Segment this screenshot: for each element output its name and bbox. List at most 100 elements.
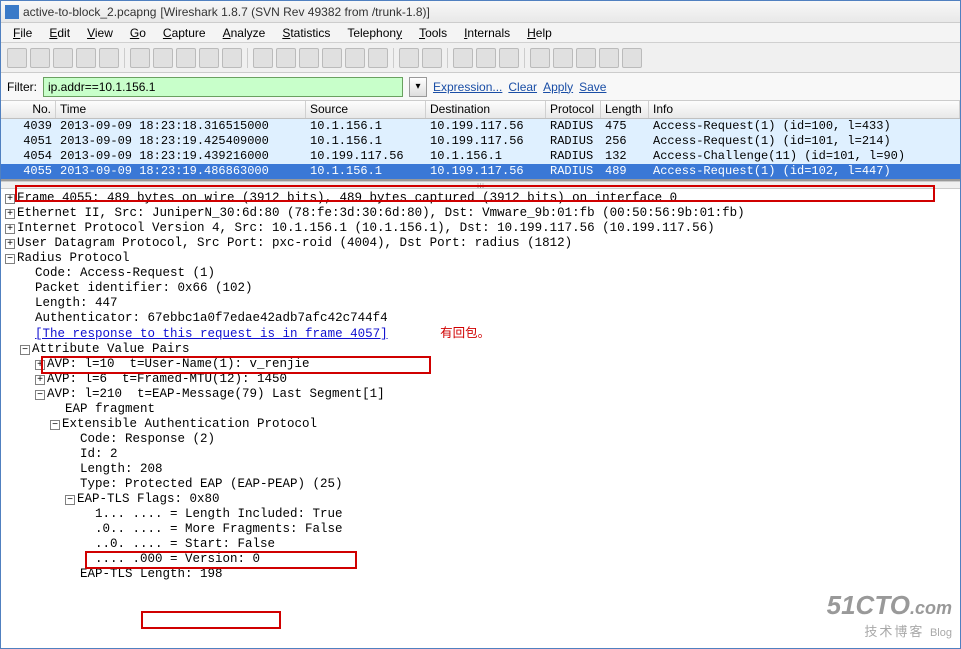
col-no[interactable]: No. [1, 101, 56, 118]
col-length[interactable]: Length [601, 101, 649, 118]
collapse-icon[interactable]: − [35, 390, 45, 400]
tb-prefs-icon[interactable] [576, 48, 596, 68]
tree-eaplen[interactable]: Length: 208 [5, 462, 956, 477]
cell: Access-Request(1) (id=100, l=433) [649, 119, 960, 134]
tree-eth[interactable]: +Ethernet II, Src: JuniperN_30:6d:80 (78… [5, 206, 956, 221]
menu-capture[interactable]: Capture [155, 24, 214, 42]
tb-help-icon[interactable] [622, 48, 642, 68]
col-dest[interactable]: Destination [426, 101, 546, 118]
tree-eapid[interactable]: Id: 2 [5, 447, 956, 462]
expand-icon[interactable]: + [35, 360, 45, 370]
tree-tlslen[interactable]: EAP-TLS Length: 198 [5, 567, 956, 582]
tb-start-icon[interactable] [53, 48, 73, 68]
tree-frame[interactable]: +Frame 4055: 489 bytes on wire (3912 bit… [5, 191, 956, 206]
menu-go[interactable]: Go [122, 24, 154, 42]
menu-view[interactable]: View [79, 24, 121, 42]
tree-code[interactable]: Code: Access-Request (1) [5, 266, 956, 281]
tb-resize-icon[interactable] [530, 48, 550, 68]
tree-length[interactable]: Length: 447 [5, 296, 956, 311]
menu-internals[interactable]: Internals [456, 24, 518, 42]
expression-link[interactable]: Expression... [433, 80, 502, 94]
splitter[interactable]: ⁞⁞⁞ [1, 181, 960, 189]
tb-interfaces-icon[interactable] [7, 48, 27, 68]
tb-last-icon[interactable] [368, 48, 388, 68]
tree-f3[interactable]: ..0. .... = Start: False [5, 537, 956, 552]
tree-ip[interactable]: +Internet Protocol Version 4, Src: 10.1.… [5, 221, 956, 236]
tb-first-icon[interactable] [345, 48, 365, 68]
tb-open-icon[interactable] [130, 48, 150, 68]
tree-radius[interactable]: −Radius Protocol [5, 251, 956, 266]
filter-dropdown-icon[interactable]: ▾ [409, 77, 427, 97]
expand-icon[interactable]: + [5, 224, 15, 234]
tb-reload-icon[interactable] [199, 48, 219, 68]
tree-udp[interactable]: +User Datagram Protocol, Src Port: pxc-r… [5, 236, 956, 251]
packet-details[interactable]: +Frame 4055: 489 bytes on wire (3912 bit… [1, 189, 960, 614]
menu-telephony[interactable]: Telephony [339, 24, 410, 42]
tree-avp1[interactable]: +AVP: l=10 t=User-Name(1): v_renjie [5, 357, 956, 372]
apply-link[interactable]: Apply [543, 80, 573, 94]
tb-options-icon[interactable] [30, 48, 50, 68]
menu-tools[interactable]: Tools [411, 24, 455, 42]
tree-flags[interactable]: −EAP-TLS Flags: 0x80 [5, 492, 956, 507]
tree-response-link[interactable]: [The response to this request is in fram… [5, 326, 956, 342]
cell: 10.1.156.1 [306, 134, 426, 149]
menu-edit[interactable]: Edit [41, 24, 78, 42]
tb-goto-icon[interactable] [322, 48, 342, 68]
app-icon [5, 5, 19, 19]
tb-close-icon[interactable] [176, 48, 196, 68]
menu-help[interactable]: Help [519, 24, 560, 42]
clear-link[interactable]: Clear [508, 80, 537, 94]
tree-eapfrag[interactable]: EAP fragment [5, 402, 956, 417]
response-link[interactable]: [The response to this request is in fram… [35, 327, 388, 341]
packet-row[interactable]: 4039 2013-09-09 18:23:18.316515000 10.1.… [1, 119, 960, 134]
tb-find-icon[interactable] [253, 48, 273, 68]
col-time[interactable]: Time [56, 101, 306, 118]
menu-file[interactable]: File [5, 24, 40, 42]
packet-row[interactable]: 4051 2013-09-09 18:23:19.425409000 10.1.… [1, 134, 960, 149]
tree-eapcode[interactable]: Code: Response (2) [5, 432, 956, 447]
collapse-icon[interactable]: − [50, 420, 60, 430]
tree-f2[interactable]: .0.. .... = More Fragments: False [5, 522, 956, 537]
tb-color-rules-icon[interactable] [599, 48, 619, 68]
col-info[interactable]: Info [649, 101, 960, 118]
tb-stop-icon[interactable] [76, 48, 96, 68]
tree-avp[interactable]: −Attribute Value Pairs [5, 342, 956, 357]
tb-zoomout-icon[interactable] [476, 48, 496, 68]
tb-zoomin-icon[interactable] [453, 48, 473, 68]
tree-f1[interactable]: 1... .... = Length Included: True [5, 507, 956, 522]
expand-icon[interactable]: + [5, 209, 15, 219]
tb-autoscroll-icon[interactable] [422, 48, 442, 68]
menu-analyze[interactable]: Analyze [215, 24, 274, 42]
filter-input[interactable] [43, 77, 403, 97]
tb-back-icon[interactable] [276, 48, 296, 68]
tree-auth[interactable]: Authenticator: 67ebbc1a0f7edae42adb7afc4… [5, 311, 956, 326]
cell: 489 [601, 164, 649, 179]
tree-avp3[interactable]: −AVP: l=210 t=EAP-Message(79) Last Segme… [5, 387, 956, 402]
tree-f4[interactable]: .... .000 = Version: 0 [5, 552, 956, 567]
cell: RADIUS [546, 164, 601, 179]
tb-fwd-icon[interactable] [299, 48, 319, 68]
tree-pktid[interactable]: Packet identifier: 0x66 (102) [5, 281, 956, 296]
tree-eaptype[interactable]: Type: Protected EAP (EAP-PEAP) (25) [5, 477, 956, 492]
expand-icon[interactable]: + [5, 194, 15, 204]
tb-colorize-icon[interactable] [399, 48, 419, 68]
tb-filters-icon[interactable] [553, 48, 573, 68]
save-link[interactable]: Save [579, 80, 606, 94]
expand-icon[interactable]: + [5, 239, 15, 249]
packet-row[interactable]: 4054 2013-09-09 18:23:19.439216000 10.19… [1, 149, 960, 164]
tb-zoom100-icon[interactable] [499, 48, 519, 68]
packet-row-selected[interactable]: 4055 2013-09-09 18:23:19.486863000 10.1.… [1, 164, 960, 179]
collapse-icon[interactable]: − [65, 495, 75, 505]
tree-eap[interactable]: −Extensible Authentication Protocol [5, 417, 956, 432]
col-proto[interactable]: Protocol [546, 101, 601, 118]
tb-restart-icon[interactable] [99, 48, 119, 68]
tb-save-icon[interactable] [153, 48, 173, 68]
collapse-icon[interactable]: − [20, 345, 30, 355]
tree-text: .0.. .... = More Fragments: False [95, 522, 343, 536]
collapse-icon[interactable]: − [5, 254, 15, 264]
col-source[interactable]: Source [306, 101, 426, 118]
tree-avp2[interactable]: +AVP: l=6 t=Framed-MTU(12): 1450 [5, 372, 956, 387]
tb-print-icon[interactable] [222, 48, 242, 68]
expand-icon[interactable]: + [35, 375, 45, 385]
menu-statistics[interactable]: Statistics [274, 24, 338, 42]
